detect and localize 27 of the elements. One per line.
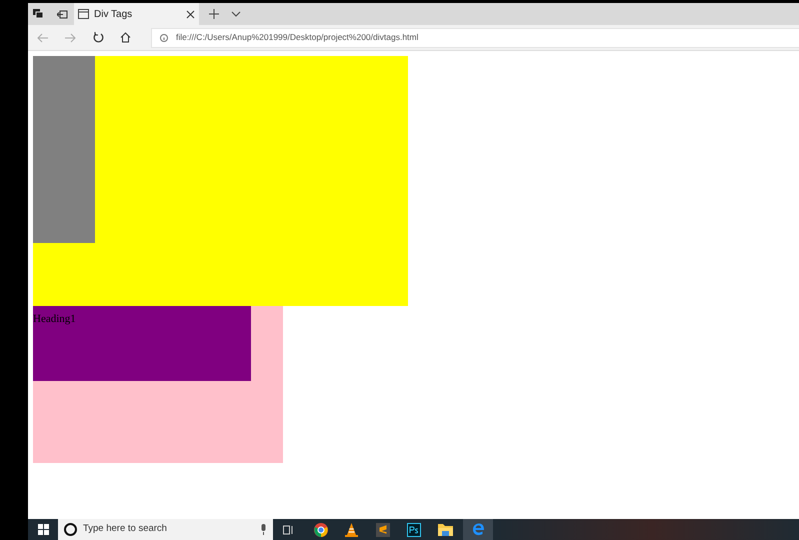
task-view-icon[interactable] (283, 524, 294, 534)
tab-preview-icon[interactable] (57, 10, 68, 18)
chevron-down-icon[interactable] (231, 11, 241, 17)
refresh-icon[interactable] (93, 32, 104, 43)
home-icon[interactable] (120, 32, 131, 43)
edge-taskbar-button[interactable] (463, 519, 493, 540)
search-placeholder: Type here to search (83, 522, 168, 536)
sublime-icon[interactable] (376, 522, 390, 536)
close-icon[interactable] (186, 10, 195, 18)
microphone-icon[interactable] (260, 524, 267, 535)
address-field[interactable]: file:///C:/Users/Anup%201999/Desktop/project%200/divtags.html (151, 28, 799, 48)
traffic-cone-icon[interactable] (345, 522, 358, 536)
url-text: file:///C:/Users/Anup%201999/Desktop/project%200/divtags.html (176, 31, 418, 44)
chrome-icon[interactable] (314, 522, 328, 536)
taskbar-search-field[interactable]: Type here to search (58, 519, 273, 540)
tab-title: Div Tags (94, 8, 134, 22)
heading-text: Heading1 (33, 313, 76, 325)
new-tab-icon[interactable] (209, 9, 219, 19)
tabs-aside-icon[interactable] (33, 9, 43, 19)
cortana-icon (64, 523, 77, 536)
info-icon (160, 34, 168, 42)
page-icon (78, 9, 89, 19)
folder-icon[interactable] (438, 523, 453, 536)
windows-icon (38, 524, 48, 535)
photoshop-icon[interactable] (407, 522, 421, 536)
browser-tab[interactable]: Div Tags (74, 3, 199, 25)
edge-icon (472, 523, 484, 536)
